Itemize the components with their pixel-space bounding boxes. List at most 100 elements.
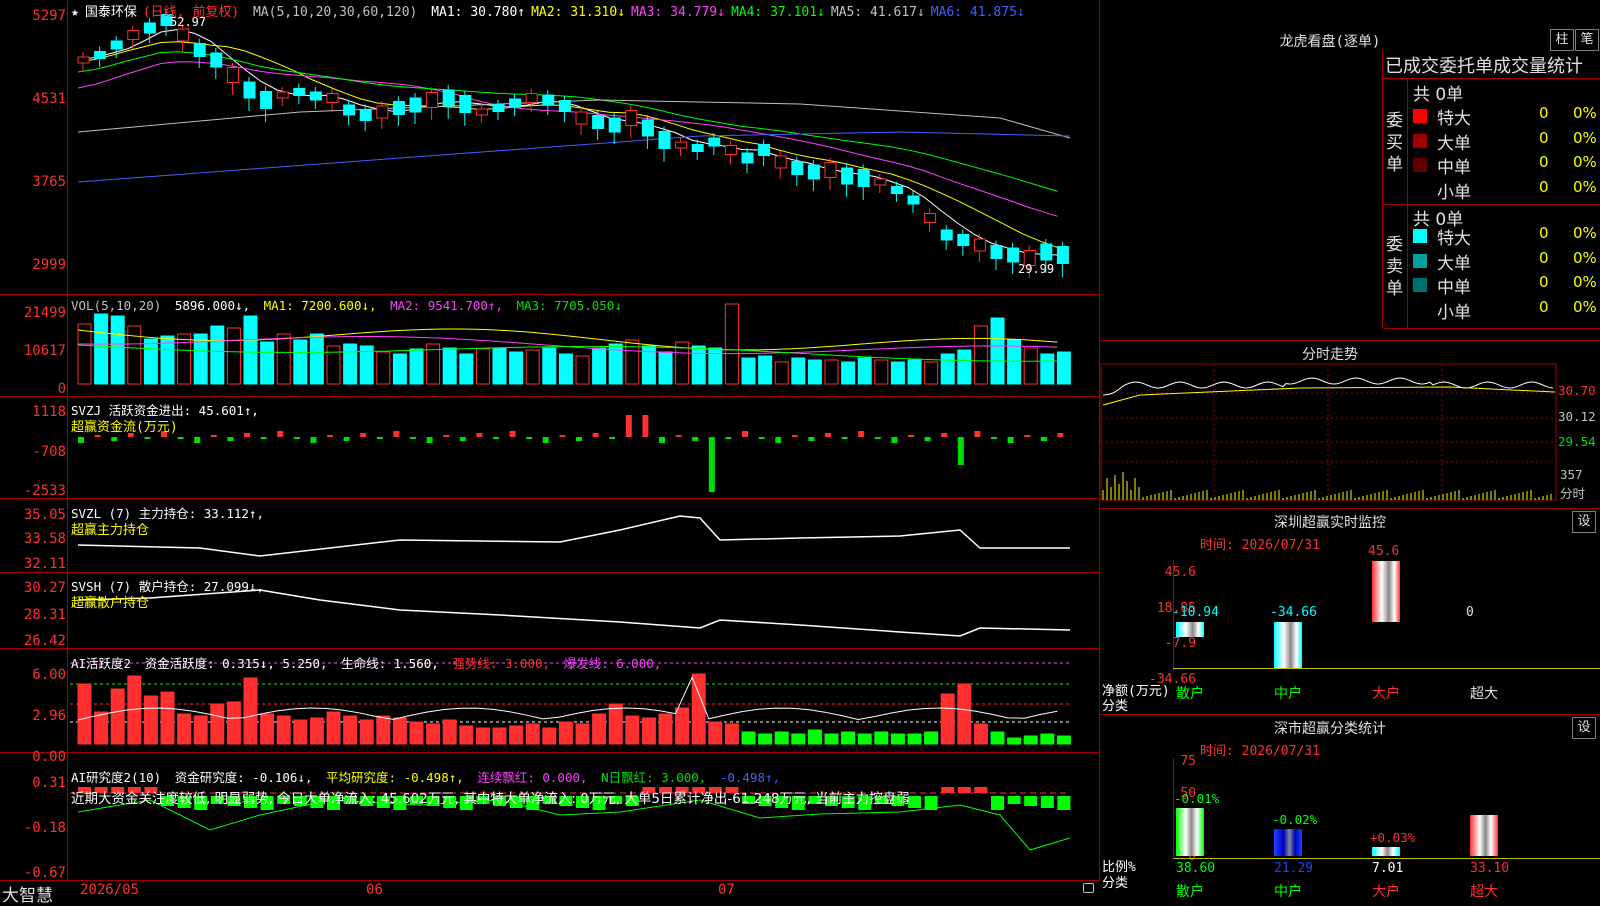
ai-research-avg: 平均研究度: -0.498↑, [326, 770, 464, 785]
right-panel: 龙虎看盘(逐单) 柱 笔 已成交委托单成交量统计 委买单 共 0单 特大 0 0% 大… [1100, 0, 1600, 900]
monitor-bar-value: -10.94 [1172, 605, 1219, 620]
monitor-bar [1274, 622, 1302, 669]
stock-name: 国泰环保 [84, 5, 137, 20]
classify-bar [1274, 829, 1302, 856]
ai-research-val: -0.498↑, [719, 770, 781, 785]
svzj-axis-tick: -708 [32, 444, 66, 460]
svsh-axis-tick: 30.27 [23, 580, 66, 596]
date-label: 2026/05 [80, 882, 140, 898]
star-icon: ★ [71, 5, 79, 20]
classify-percent: 7.01 [1372, 861, 1404, 876]
monitor-time: 时间: 2026/07/31 [1200, 538, 1320, 553]
intraday-vol-tick: 357 [1560, 467, 1583, 482]
low-price-label: 29.99 [1018, 262, 1055, 276]
monitor-xlabel: 分类 [1102, 699, 1129, 714]
ma-value-6: MA6: 41.875↓ [930, 5, 1025, 20]
monitor-axis-tick: 45.6 [1164, 565, 1196, 580]
volume-title: VOL(5,10,20) [71, 298, 162, 313]
svzj-axis-tick: -2533 [23, 483, 66, 499]
ai-activity-fund: 资金活跃度: 0.315↓, 5.250, [144, 656, 328, 671]
classify-percent: 38.60 [1176, 861, 1216, 876]
svzl-axis-tick: 32.11 [23, 556, 66, 572]
classify-axis-tick: 75 [1180, 754, 1196, 769]
ai-activity-strong: 强势线: 3.000, [452, 656, 551, 671]
intraday-price-tick: 30.70 [1558, 383, 1596, 398]
main-chart-area[interactable]: ★ 国泰环保 (日线, 前复权) MA(5,10,20,30,60,120) MA1… [0, 0, 1100, 881]
svzl-axis-tick: 33.58 [23, 531, 66, 547]
classify-settings-button[interactable]: 设 [1572, 717, 1596, 739]
ai-research-title: AI研究度2(10) [71, 770, 162, 785]
ma-legend: ★ 国泰环保 (日线, 前复权) MA(5,10,20,30,60,120) MA1… [71, 1, 1037, 20]
monitor-category: 散户 [1176, 686, 1204, 702]
ma-value-5: MA5: 41.617↓ [830, 5, 925, 20]
price-axis-tick: 3765 [32, 174, 66, 190]
date-label: 06 [366, 882, 383, 898]
ai-activity-axis-tick: 6.00 [32, 667, 66, 683]
volume-ma1: MA1: 7200.600↓, [263, 298, 377, 313]
svzl-subtitle: 超赢主力持仓 [71, 523, 150, 538]
classify-change: +0.03% [1370, 830, 1416, 846]
classify-percent: 21.29 [1274, 861, 1314, 876]
price-axis-tick: 2999 [32, 257, 66, 273]
ai-research-comment: 近期大资金关注度较低, 明显弱势, 今日大单净流入: 45.602万元, 其中特… [71, 791, 910, 807]
classify-bar [1176, 807, 1204, 856]
monitor-bar [1176, 622, 1204, 637]
ai-activity-burst: 爆发线: 6.000, [563, 656, 662, 671]
volume-axis-tick: 0 [57, 381, 66, 397]
monitor-settings-button[interactable]: 设 [1572, 511, 1596, 533]
lock-icon[interactable] [1083, 883, 1094, 893]
intraday-price-tick: 29.54 [1558, 434, 1596, 449]
intraday-chart[interactable] [1100, 0, 1600, 520]
svzl-axis-tick: 35.05 [23, 507, 66, 523]
ma-value-3: MA3: 34.779↓ [631, 5, 725, 20]
classify-title: 深市超赢分类统计 [1274, 721, 1386, 737]
ai-activity-life: 生命线: 1.560, [341, 656, 439, 671]
monitor-category: 中户 [1274, 686, 1302, 702]
ai-research-axis-tick: -0.18 [23, 820, 66, 836]
monitor-bar-value: -34.66 [1270, 605, 1317, 620]
ma-params: MA(5,10,20,30,60,120) [252, 5, 418, 20]
classify-percent: 33.10 [1470, 861, 1510, 876]
svsh-subtitle: 超赢散户持仓 [71, 596, 150, 611]
ma-value-4: MA4: 37.101↓ [730, 5, 825, 20]
classify-xlabel: 分类 [1102, 876, 1129, 891]
volume-ma3: MA3: 7705.050↓ [516, 298, 622, 313]
ai-research-nday: N日飘红: 3.000, [601, 770, 707, 785]
candlestick-chart[interactable] [0, 0, 1100, 880]
high-price-label: 52.97 [170, 15, 207, 29]
svsh-axis-tick: 28.31 [23, 607, 66, 623]
volume-ma2: MA2: 9541.700↑, [390, 298, 503, 313]
ai-research-cont: 连续飘红: 0.000, [477, 770, 588, 785]
ai-research-legend: AI研究度2(10) 资金研究度: -0.106↓, 平均研究度: -0.498… [71, 767, 786, 786]
price-axis-tick: 4531 [32, 91, 66, 107]
classify-change: -0.02% [1272, 812, 1318, 828]
date-label: 07 [718, 882, 735, 898]
monitor-category: 超大 [1470, 686, 1498, 702]
classify-bar [1372, 847, 1400, 856]
svzj-subtitle: 超赢资金流(万元) [71, 420, 178, 435]
monitor-bar-value: 0 [1466, 605, 1474, 620]
classify-bar [1470, 814, 1498, 856]
monitor-title: 深圳超赢实时监控 [1274, 515, 1386, 531]
ai-activity-axis-tick: 0.00 [32, 749, 66, 765]
brand-logo: 大智慧 [2, 886, 53, 906]
intraday-price-tick: 30.12 [1558, 409, 1596, 424]
volume-legend: VOL(5,10,20) 5896.000↓, MA1: 7200.600↓, … [71, 298, 628, 313]
ai-activity-axis-tick: 2.96 [32, 708, 66, 724]
ai-activity-title: AI活跃度2 [71, 656, 132, 671]
svzj-axis-tick: 1118 [32, 404, 66, 420]
monitor-category: 大户 [1372, 686, 1400, 702]
volume-axis-tick: 10617 [23, 343, 66, 359]
ai-research-axis-tick: -0.67 [23, 865, 66, 881]
svsh-axis-tick: 26.42 [23, 633, 66, 649]
ma-value-2: MA2: 31.310↓ [531, 5, 626, 20]
classify-category: 超大 [1470, 884, 1498, 900]
classify-category: 大户 [1372, 884, 1400, 900]
classify-time: 时间: 2026/07/31 [1200, 744, 1320, 759]
monitor-axis-tick: -7.9 [1164, 636, 1196, 651]
price-axis-tick: 5297 [32, 8, 66, 24]
ma-value-1: MA1: 30.780↑ [431, 5, 526, 20]
ai-research-axis-tick: 0.31 [32, 775, 66, 791]
bottom-date-bar: 大智慧 2026/05 06 07 [0, 880, 1100, 906]
monitor-bar-value: 45.6 [1368, 544, 1400, 559]
